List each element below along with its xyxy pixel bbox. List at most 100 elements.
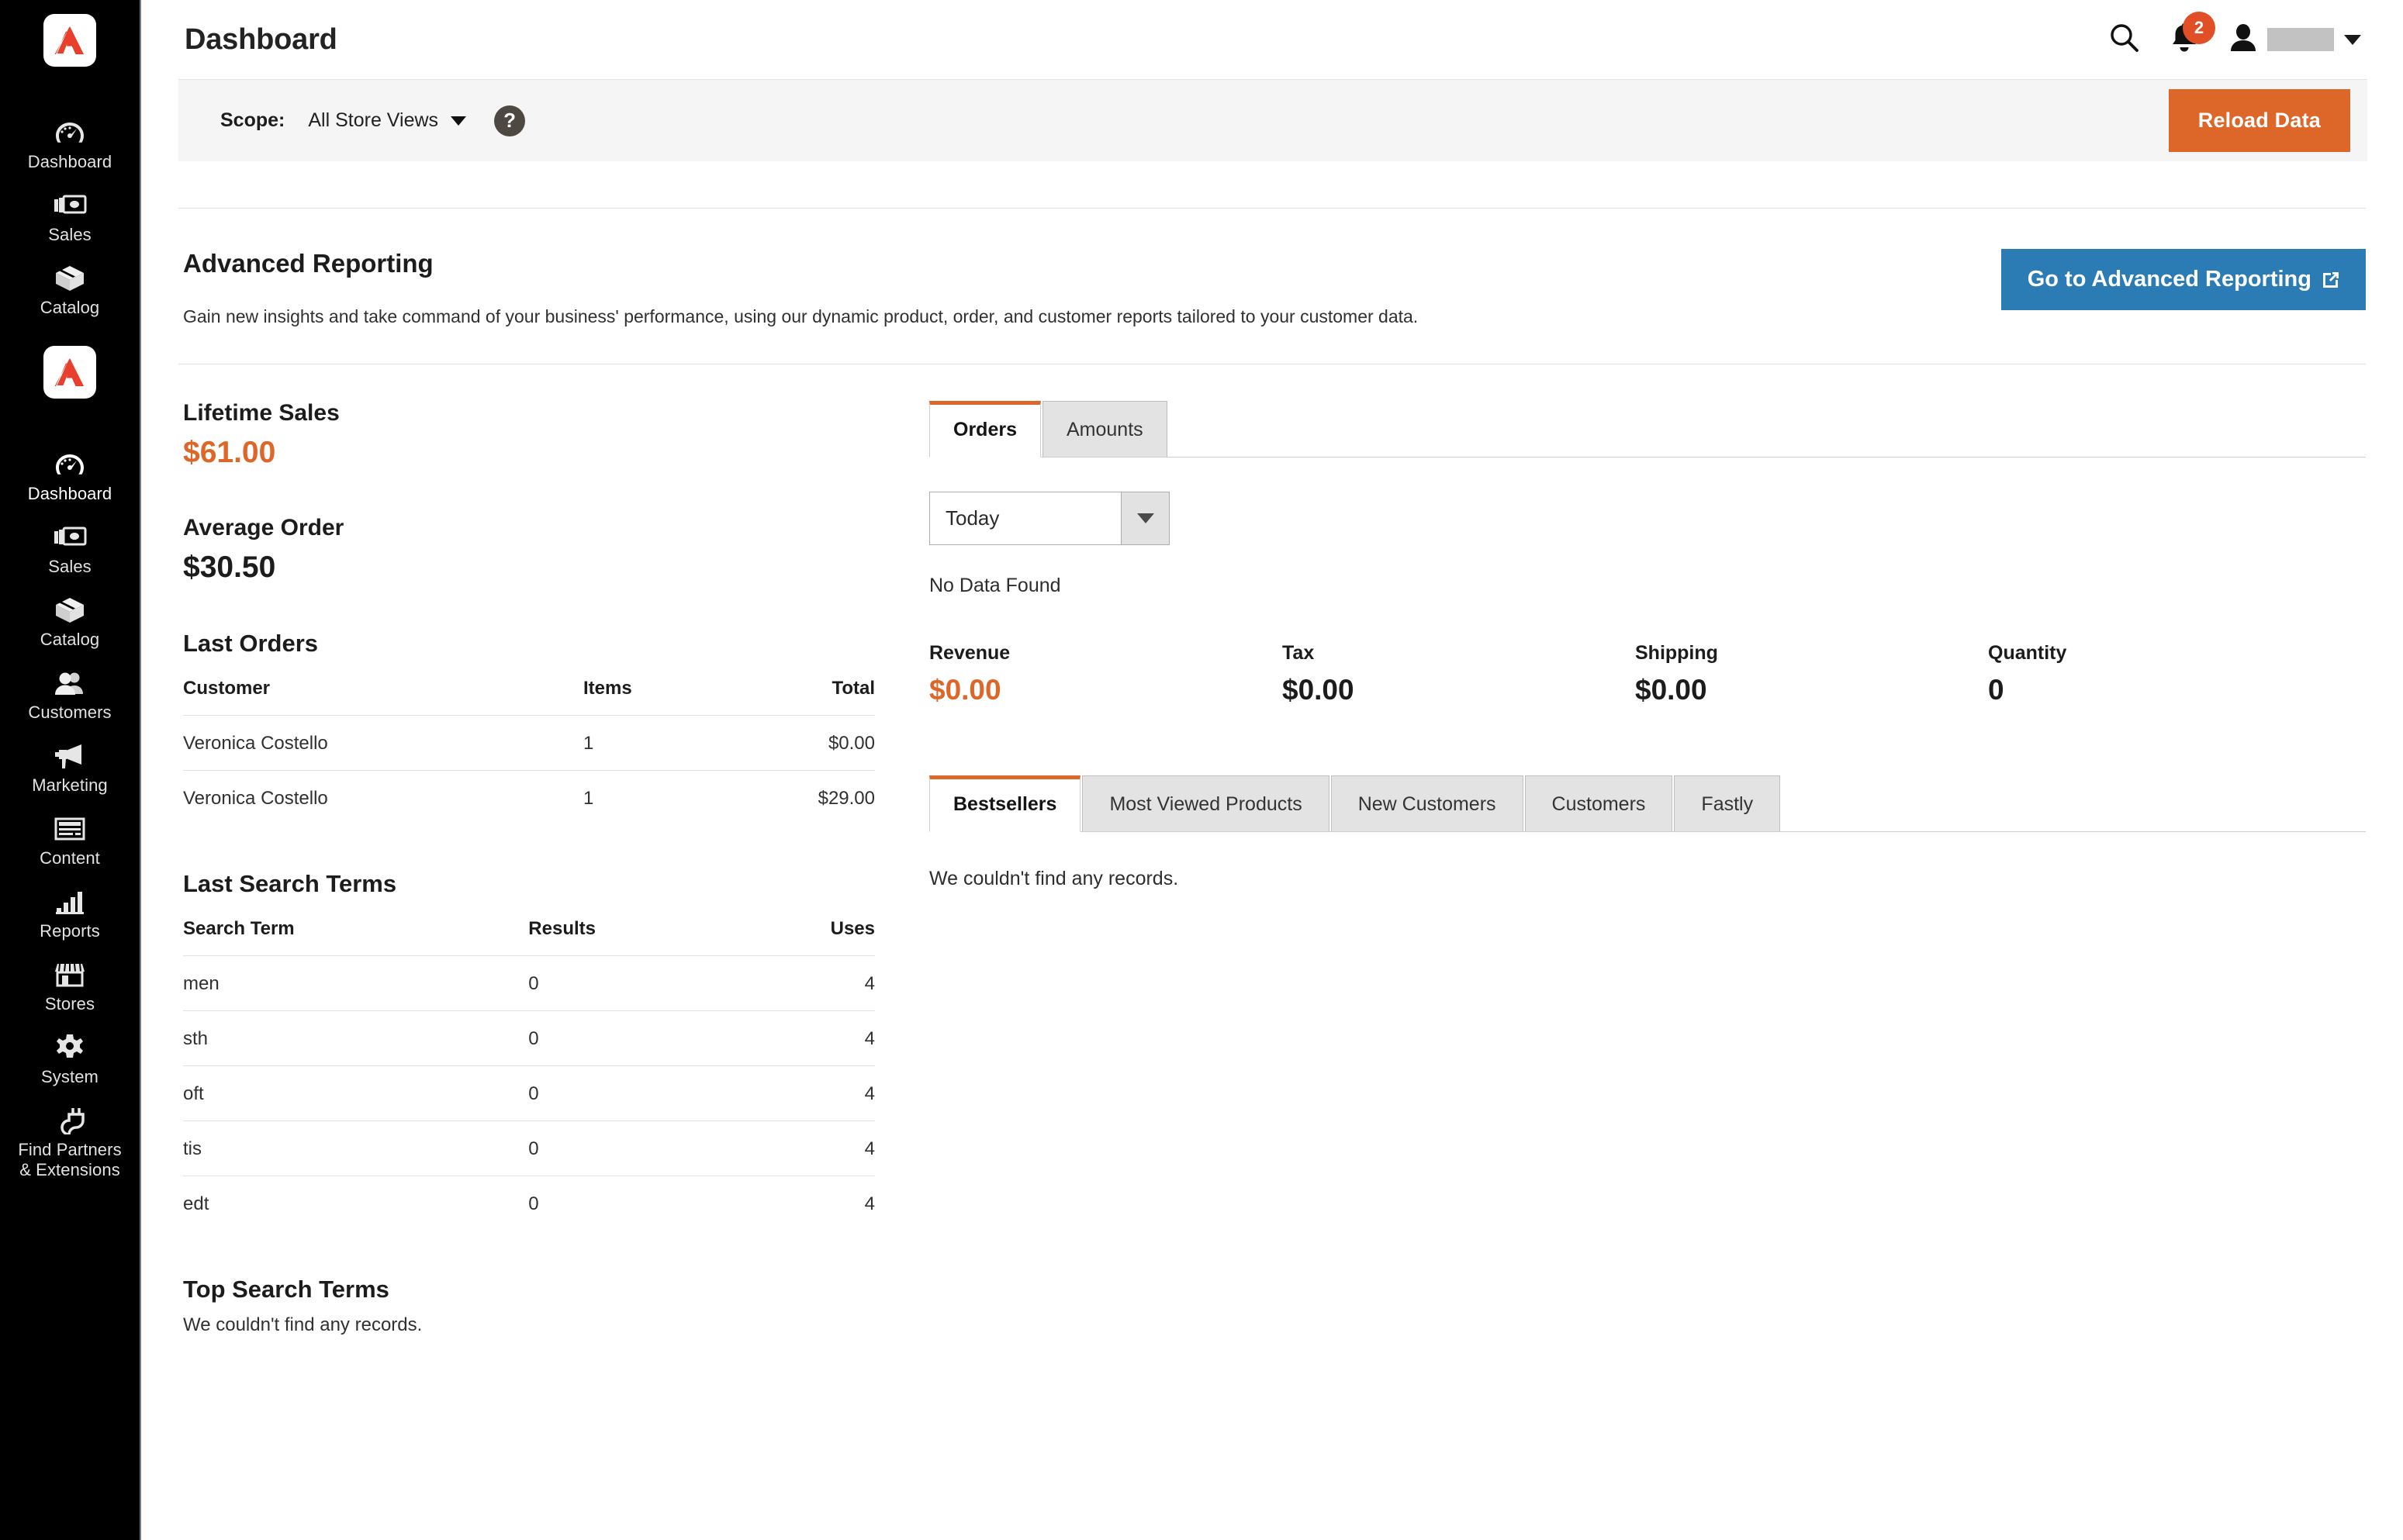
table-row[interactable]: edt 0 4 xyxy=(183,1176,875,1231)
sidebar-item-stores[interactable]: Stores xyxy=(0,949,140,1022)
cell-results: 0 xyxy=(528,1065,738,1121)
sidebar-item-label: Marketing xyxy=(32,775,108,795)
kpi-label: Shipping xyxy=(1635,642,1718,664)
chart-tabs: Orders Amounts xyxy=(929,400,2366,458)
cell-items: 1 xyxy=(583,770,718,825)
dashboard-left-column: Lifetime Sales $61.00 Average Order $30.… xyxy=(178,400,915,1336)
sidebar-item-reports[interactable]: Reports xyxy=(0,876,140,949)
sidebar-item-system[interactable]: System xyxy=(0,1022,140,1095)
kpi-value: $0.00 xyxy=(929,674,1001,706)
last-orders-title: Last Orders xyxy=(183,630,319,657)
sidebar-item-catalog[interactable]: Catalog xyxy=(0,253,140,326)
kpi-revenue: Revenue $0.00 xyxy=(929,642,1282,706)
table-row[interactable]: sth 0 4 xyxy=(183,1010,875,1066)
kpi-label: Tax xyxy=(1282,642,1315,664)
cell-search-term: edt xyxy=(183,1176,529,1231)
sidebar-item-label: Dashboard xyxy=(27,484,112,503)
last-search-terms-title: Last Search Terms xyxy=(183,870,397,897)
account-menu[interactable] xyxy=(2229,23,2361,57)
adobe-logo-icon[interactable] xyxy=(43,14,96,67)
period-select-value: Today xyxy=(946,506,1000,530)
lifetime-sales-title: Lifetime Sales xyxy=(183,400,340,426)
box-icon xyxy=(54,596,85,625)
external-link-icon xyxy=(2321,271,2339,289)
go-to-advanced-reporting-button[interactable]: Go to Advanced Reporting xyxy=(2000,249,2366,310)
tab-fastly[interactable]: Fastly xyxy=(1674,775,1781,832)
kpi-value: $0.00 xyxy=(1635,674,1707,706)
sidebar: Dashboard Sales Catalog Dashboard Sales … xyxy=(0,0,141,1540)
top-bar-actions: 2 xyxy=(2108,11,2361,59)
cell-results: 0 xyxy=(528,1120,738,1176)
sidebar-item-dashboard[interactable]: Dashboard xyxy=(0,107,140,180)
storefront-icon xyxy=(54,960,85,989)
table-row[interactable]: men 0 4 xyxy=(183,955,875,1011)
sidebar-item-catalog-2[interactable]: Catalog xyxy=(0,585,140,658)
table-row[interactable]: Veronica Costello 1 $29.00 xyxy=(183,770,875,825)
last-orders-block: Last Orders Customer Items Total Veronic… xyxy=(183,630,875,825)
kpi-tax: Tax $0.00 xyxy=(1282,642,1635,706)
people-icon xyxy=(53,668,87,698)
cell-items: 1 xyxy=(583,715,718,771)
sidebar-item-dashboard-active[interactable]: Dashboard xyxy=(0,439,140,512)
sidebar-item-marketing[interactable]: Marketing xyxy=(0,730,140,803)
cell-results: 0 xyxy=(528,1010,738,1066)
chevron-down-icon[interactable] xyxy=(1121,492,1169,544)
box-icon xyxy=(54,264,85,293)
tab-bestsellers[interactable]: Bestsellers xyxy=(929,775,1081,832)
kpi-label: Quantity xyxy=(1988,642,2067,664)
content-page-icon xyxy=(54,814,85,844)
sidebar-item-label: System xyxy=(41,1067,99,1086)
cell-search-term: men xyxy=(183,955,529,1011)
notifications-button[interactable]: 2 xyxy=(2169,11,2215,59)
table-row[interactable]: Veronica Costello 1 $0.00 xyxy=(183,715,875,771)
sidebar-item-content[interactable]: Content xyxy=(0,803,140,876)
cell-total: $29.00 xyxy=(717,770,875,825)
page-title: Dashboard xyxy=(185,22,337,56)
sidebar-item-find-partners-extensions[interactable]: Find Partners & Extensions xyxy=(0,1095,140,1188)
column-header-search-term: Search Term xyxy=(183,918,295,939)
tab-amounts[interactable]: Amounts xyxy=(1042,401,1167,458)
kpi-shipping: Shipping $0.00 xyxy=(1635,642,1988,706)
cell-uses: 4 xyxy=(737,1065,875,1121)
kpi-row: Revenue $0.00 Tax $0.00 Shipping $0.00 Q… xyxy=(929,642,2366,706)
chevron-down-icon[interactable] xyxy=(451,116,467,126)
advanced-reporting-section: Advanced Reporting Gain new insights and… xyxy=(178,209,2366,364)
period-select[interactable]: Today xyxy=(929,492,1170,545)
tab-most-viewed-products[interactable]: Most Viewed Products xyxy=(1082,775,1329,832)
top-search-terms-empty-message: We couldn't find any records. xyxy=(183,1314,423,1335)
advanced-reporting-title: Advanced Reporting xyxy=(183,249,434,278)
sidebar-item-label: Sales xyxy=(48,557,92,576)
no-data-message: No Data Found xyxy=(929,575,1061,596)
table-row[interactable]: tis 0 4 xyxy=(183,1120,875,1176)
bottom-tabs-section: Bestsellers Most Viewed Products New Cus… xyxy=(929,775,2366,890)
cell-uses: 4 xyxy=(737,1176,875,1231)
top-search-terms-block: Top Search Terms We couldn't find any re… xyxy=(183,1276,875,1336)
cell-uses: 4 xyxy=(737,1120,875,1176)
tab-new-customers[interactable]: New Customers xyxy=(1330,775,1523,832)
sidebar-item-sales[interactable]: Sales xyxy=(0,180,140,253)
sidebar-item-label: Reports xyxy=(40,921,100,941)
column-header-total: Total xyxy=(832,678,875,699)
cell-results: 0 xyxy=(528,955,738,1011)
sidebar-item-sales-2[interactable]: Sales xyxy=(0,512,140,585)
cell-uses: 4 xyxy=(737,1010,875,1066)
cell-customer: Veronica Costello xyxy=(183,715,583,771)
last-search-terms-table: Search Term Results Uses men 0 4 sth 0 4… xyxy=(183,918,875,1231)
sidebar-item-label: Catalog xyxy=(40,630,100,649)
search-button[interactable] xyxy=(2108,22,2139,57)
adobe-logo-active-icon[interactable] xyxy=(43,346,96,399)
column-header-results: Results xyxy=(528,918,596,939)
tab-customers[interactable]: Customers xyxy=(1524,775,1673,832)
cell-search-term: oft xyxy=(183,1065,529,1121)
sidebar-item-customers[interactable]: Customers xyxy=(0,658,140,730)
scope-select[interactable]: All Store Views xyxy=(308,109,438,132)
tab-orders[interactable]: Orders xyxy=(929,401,1041,458)
table-row[interactable]: oft 0 4 xyxy=(183,1065,875,1121)
help-icon[interactable]: ? xyxy=(494,105,526,136)
cell-search-term: tis xyxy=(183,1120,529,1176)
plug-icon xyxy=(54,1106,85,1135)
reload-data-button[interactable]: Reload Data xyxy=(2168,89,2350,152)
bottom-tabs: Bestsellers Most Viewed Products New Cus… xyxy=(929,775,2366,832)
scope-label: Scope: xyxy=(220,109,285,131)
account-name xyxy=(2267,28,2334,51)
